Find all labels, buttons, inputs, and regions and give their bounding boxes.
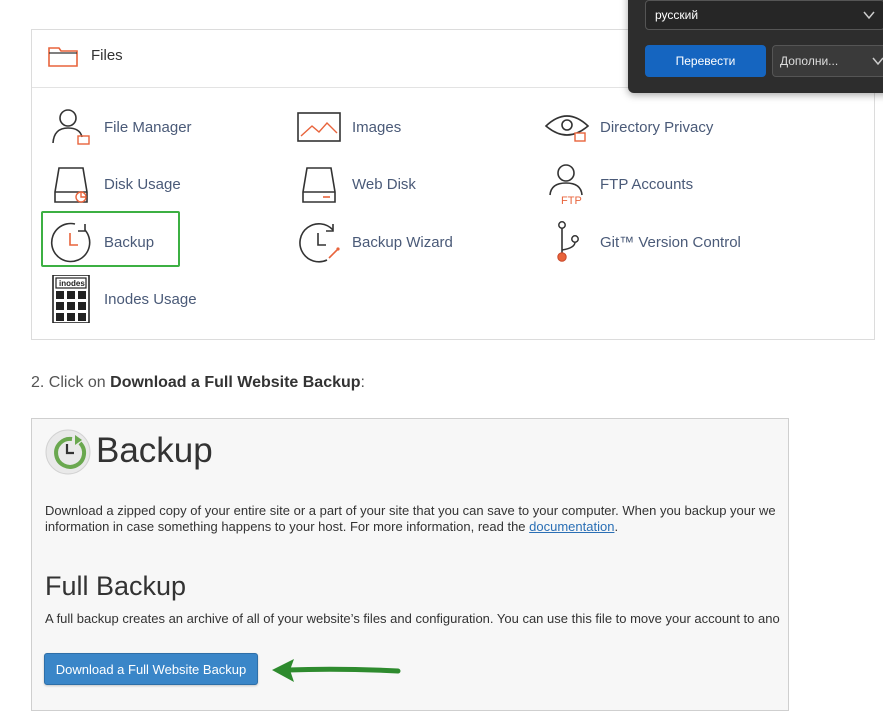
inodes-icon: inodes: [46, 275, 96, 323]
disk-usage-icon: [46, 161, 96, 207]
directory-privacy-icon: [542, 104, 592, 150]
documentation-link[interactable]: documentation: [529, 519, 614, 534]
backup-page-screenshot: Backup Download a zipped copy of your en…: [31, 418, 789, 711]
backup-page-title: Backup: [96, 431, 213, 470]
web-disk-link[interactable]: Web Disk: [294, 161, 416, 207]
ftp-accounts-link[interactable]: FTP FTP Accounts: [542, 161, 693, 207]
directory-privacy-link[interactable]: Directory Privacy: [542, 104, 713, 150]
images-icon: [294, 104, 344, 150]
backup-icon: [46, 219, 96, 265]
full-backup-description: A full backup creates an archive of all …: [45, 611, 780, 626]
images-link[interactable]: Images: [294, 104, 401, 150]
inodes-usage-link[interactable]: inodes Inodes Usage: [46, 275, 197, 323]
web-disk-icon: [294, 161, 344, 207]
git-version-control-link[interactable]: Git™ Version Control: [542, 219, 741, 265]
ftp-accounts-icon: FTP: [542, 161, 592, 207]
green-arrow-icon: [268, 654, 404, 693]
full-backup-heading: Full Backup: [45, 571, 187, 601]
download-full-backup-button[interactable]: Download a Full Website Backup: [44, 653, 258, 685]
translate-button[interactable]: Перевести: [645, 45, 766, 77]
backup-logo-icon: [45, 429, 91, 480]
file-manager-link[interactable]: File Manager: [46, 104, 192, 150]
files-title: Files: [91, 47, 123, 64]
step-instruction: 2. Click on Download a Full Website Back…: [31, 374, 365, 391]
git-icon: [542, 219, 592, 265]
svg-text:FTP: FTP: [561, 195, 582, 205]
folder-icon: [48, 45, 78, 72]
chevron-down-icon: [871, 54, 883, 71]
backup-link[interactable]: Backup: [46, 219, 154, 265]
disk-usage-link[interactable]: Disk Usage: [46, 161, 181, 207]
backup-wizard-icon: [294, 219, 344, 265]
translate-popup: русский Перевести Дополни...: [628, 0, 883, 93]
chevron-down-icon: [862, 8, 876, 25]
file-manager-icon: [46, 104, 96, 150]
more-options-button[interactable]: Дополни...: [772, 45, 883, 77]
backup-wizard-link[interactable]: Backup Wizard: [294, 219, 453, 265]
backup-description: Download a zipped copy of your entire si…: [45, 503, 776, 534]
svg-text:inodes: inodes: [59, 279, 85, 288]
language-select[interactable]: русский: [645, 0, 883, 30]
